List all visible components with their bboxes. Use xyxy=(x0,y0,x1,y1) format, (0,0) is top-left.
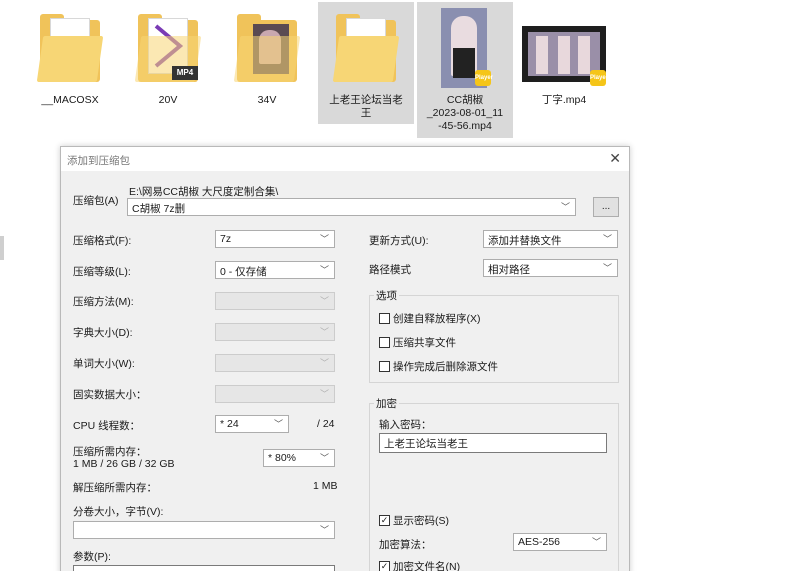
chevron-down-icon: ﹀ xyxy=(602,263,612,273)
add-to-archive-dialog: 添加到压缩包 ✕ 压缩包(A) E:\网易CC胡椒 大尺度定制合集\ C胡椒 7… xyxy=(60,146,630,571)
browse-button[interactable]: ... xyxy=(593,197,619,217)
file-item-folder-laowang[interactable]: 上老王论坛当老王 xyxy=(318,2,414,124)
mp4-folder-icon: MP4 xyxy=(132,10,204,88)
cpu-select[interactable]: * 24 ﹀ xyxy=(215,415,289,433)
checkbox-box xyxy=(379,313,390,324)
close-icon[interactable]: ✕ xyxy=(609,150,621,167)
file-item-34v[interactable]: 34V xyxy=(219,2,315,112)
file-name: 上老王论坛当老王 xyxy=(329,94,403,119)
encryption-algo-select[interactable]: AES-256 ﹀ xyxy=(513,533,607,551)
solid-select: ﹀ xyxy=(215,385,335,403)
delete-after-checkbox[interactable]: 操作完成后删除源文件 xyxy=(379,359,498,374)
archive-path: E:\网易CC胡椒 大尺度定制合集\ xyxy=(129,186,279,198)
archive-name-combo[interactable]: C胡椒 7z删 ﹀ xyxy=(127,198,576,216)
chevron-down-icon: ﹀ xyxy=(319,296,329,306)
file-name: 丁字.mp4 xyxy=(541,94,587,106)
solid-label: 固实数据大小： xyxy=(73,389,147,401)
password-input[interactable]: 上老王论坛当老王 xyxy=(379,433,607,453)
folder-icon xyxy=(330,10,402,88)
chevron-down-icon: ﹀ xyxy=(319,358,329,368)
file-item-cc-video[interactable]: Player CC胡椒 _2023-08-01_11 -45-56.mp4 xyxy=(417,2,513,138)
chevron-down-icon: ﹀ xyxy=(591,537,601,547)
player-icon: Player xyxy=(590,70,608,86)
encryption-title: 加密 xyxy=(374,396,399,411)
dialog-title: 添加到压缩包 xyxy=(67,155,130,167)
chevron-down-icon: ﹀ xyxy=(273,419,283,429)
params-input[interactable] xyxy=(73,565,335,571)
chevron-down-icon: ﹀ xyxy=(319,234,329,244)
mem-label: 压缩所需内存： xyxy=(73,446,147,458)
method-label: 压缩方法(M): xyxy=(73,296,134,308)
show-password-checkbox[interactable]: ✓ 显示密码(S) xyxy=(379,513,449,528)
mem-percent-select[interactable]: * 80% ﹀ xyxy=(263,449,335,467)
params-label: 参数(P): xyxy=(73,551,111,563)
path-mode-select[interactable]: 相对路径 ﹀ xyxy=(483,259,618,277)
decomp-mem-label: 解压缩所需内存： xyxy=(73,482,157,494)
chevron-down-icon: ﹀ xyxy=(319,525,329,535)
method-select: ﹀ xyxy=(215,292,335,310)
check-icon: ✓ xyxy=(379,515,390,526)
dialog-titlebar: 添加到压缩包 ✕ xyxy=(61,147,629,171)
format-select[interactable]: 7z ﹀ xyxy=(215,230,335,248)
mem-detail: 1 MB / 26 GB / 32 GB xyxy=(73,458,175,470)
chevron-down-icon: ﹀ xyxy=(602,234,612,244)
encrypt-names-checkbox[interactable]: ✓ 加密文件名(N) xyxy=(379,559,460,571)
algo-label: 加密算法： xyxy=(379,539,432,551)
folder-icon xyxy=(34,10,106,88)
options-title: 选项 xyxy=(374,288,399,303)
checkbox-box xyxy=(379,361,390,372)
player-icon: Player xyxy=(475,70,493,86)
chevron-down-icon: ﹀ xyxy=(319,389,329,399)
chevron-down-icon: ﹀ xyxy=(319,327,329,337)
dict-label: 字典大小(D): xyxy=(73,327,133,339)
scroll-edge xyxy=(0,236,4,260)
update-label: 更新方式(U): xyxy=(369,235,429,247)
split-size-combo[interactable]: ﹀ xyxy=(73,521,335,539)
word-label: 单词大小(W): xyxy=(73,358,135,370)
chevron-down-icon: ﹀ xyxy=(319,265,329,275)
file-name: CC胡椒 _2023-08-01_11 -45-56.mp4 xyxy=(426,94,504,132)
path-mode-label: 路径模式 xyxy=(369,264,411,276)
file-name: __MACOSX xyxy=(41,94,99,106)
level-label: 压缩等级(L): xyxy=(73,266,131,278)
update-mode-select[interactable]: 添加并替换文件 ﹀ xyxy=(483,230,618,248)
dict-select: ﹀ xyxy=(215,323,335,341)
split-label: 分卷大小，字节(V): xyxy=(73,506,164,518)
cpu-label: CPU 线程数： xyxy=(73,420,141,432)
shared-files-checkbox[interactable]: 压缩共享文件 xyxy=(379,335,456,350)
mp4-tag: MP4 xyxy=(172,66,198,80)
level-select[interactable]: 0 - 仅存储 ﹀ xyxy=(215,261,335,279)
file-item-20v[interactable]: MP4 20V xyxy=(120,2,216,112)
file-item-macosx[interactable]: __MACOSX xyxy=(22,2,118,112)
decomp-mem-value: 1 MB xyxy=(313,480,338,492)
format-label: 压缩格式(F): xyxy=(73,235,132,247)
chevron-down-icon: ﹀ xyxy=(319,453,329,463)
password-label: 输入密码： xyxy=(379,419,432,431)
chevron-down-icon: ﹀ xyxy=(560,202,570,212)
photo-folder-icon xyxy=(231,10,303,88)
archive-label: 压缩包(A) xyxy=(73,195,119,207)
file-item-dingzi-video[interactable]: Player 丁字.mp4 xyxy=(516,2,612,112)
check-icon: ✓ xyxy=(379,561,390,571)
cpu-total: / 24 xyxy=(317,418,335,430)
word-select: ﹀ xyxy=(215,354,335,372)
file-name: 34V xyxy=(257,94,277,106)
checkbox-box xyxy=(379,337,390,348)
file-name: 20V xyxy=(158,94,178,106)
sfx-checkbox[interactable]: 创建自释放程序(X) xyxy=(379,311,481,326)
